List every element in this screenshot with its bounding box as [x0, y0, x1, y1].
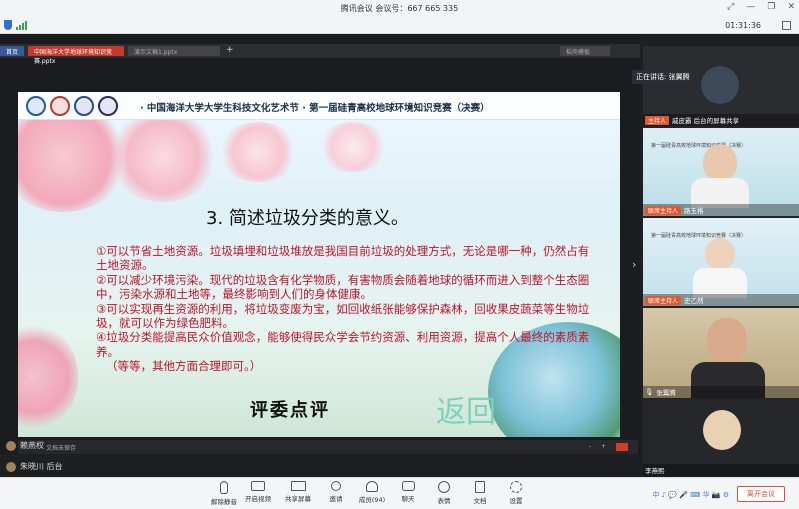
- maximize-icon[interactable]: ❐: [767, 2, 775, 12]
- camera-off-icon: [251, 481, 265, 491]
- emoji-button[interactable]: 表情: [424, 481, 464, 505]
- answer-point: ④垃圾分类能提高民众价值观念，能够使得民众学会节约资源、利用资源，提高个人最终的…: [96, 330, 590, 359]
- start-video-button[interactable]: 开启视频: [238, 481, 278, 503]
- tile-name: 张翼腾: [656, 389, 676, 397]
- document-icon: [475, 481, 485, 493]
- blossom-decoration: [108, 112, 218, 202]
- tile-name: 路玉格: [684, 207, 704, 215]
- tile-name: 戚皮霸 后台的屏幕共享: [672, 117, 740, 125]
- slide-header-text: · 中国海洋大学大学生科技文化艺术节 · 第一届硅青高校地球环境知识竞赛（决赛）: [140, 103, 490, 114]
- slide-nav-controls: - +: [589, 443, 628, 451]
- answer-body: ①可以节省土地资源。垃圾填埋和垃圾堆放是我国目前垃圾的处理方式，无论是哪一种，仍…: [96, 244, 596, 374]
- host-tag: 主持人: [645, 115, 670, 125]
- fullscreen-icon[interactable]: [616, 443, 628, 451]
- new-tab-icon[interactable]: +: [226, 45, 234, 55]
- video-tile[interactable]: 第一届硅青高校地球环境知识竞赛（决赛） 联席主持人 路玉格: [643, 128, 799, 216]
- mini-slide-text: 第一届硅青高校地球环境知识竞赛（决赛）: [651, 143, 747, 149]
- zoom-out-icon[interactable]: -: [589, 443, 591, 451]
- layout-grid-icon[interactable]: [782, 21, 791, 30]
- zoom-in-icon[interactable]: +: [601, 443, 606, 451]
- tile-name: 李燕熙: [645, 467, 665, 475]
- judges-review-button[interactable]: 评委点评: [250, 396, 330, 422]
- close-icon[interactable]: ✕: [787, 2, 795, 12]
- school-logo-icon: [98, 96, 118, 116]
- video-tile[interactable]: 第一届硅青高校地球环境知识竞赛（决赛） 联席主持人 史乙然: [643, 218, 799, 306]
- host-tag: 联席主持人: [645, 205, 682, 215]
- question-title: 3. 简述垃圾分类的意义。: [206, 208, 409, 229]
- meeting-toolbar: 解除静音 开启视频 共享屏幕 邀请 成员(94) 聊天 表情 文档 设置 中 ♪…: [0, 477, 799, 509]
- video-tile[interactable]: 主持人 戚皮霸 后台的屏幕共享: [643, 46, 799, 126]
- mic-muted-icon: [220, 481, 228, 494]
- members-button[interactable]: 成员(94): [352, 481, 392, 504]
- participant-name-row: 朱晓川 后台: [6, 461, 63, 472]
- document-button[interactable]: 文档: [460, 481, 500, 505]
- tab-contest-pptx[interactable]: 中国海洋大学地球环境知识竞赛.pptx: [28, 46, 124, 65]
- school-logo-icon: [50, 96, 70, 116]
- answer-point: ①可以节省土地资源。垃圾填埋和垃圾堆放是我国目前垃圾的处理方式，无论是哪一种，仍…: [96, 244, 590, 273]
- tile-label: 李燕熙: [643, 464, 799, 476]
- tile-label: 联席主持人 路玉格: [643, 204, 799, 216]
- answer-point: ③可以实现再生资源的利用，将垃圾变废为宝，如回收纸张能够保护森林，回收果皮蔬菜等…: [96, 301, 590, 331]
- emoji-icon: [438, 481, 450, 493]
- tile-label: 🎙 张翼腾: [643, 386, 799, 398]
- members-icon: [366, 481, 378, 492]
- window-controls: ⤢ — ❐ ✕: [727, 2, 795, 12]
- avatar: [6, 461, 16, 472]
- invite-icon: [331, 481, 341, 491]
- participant-name: 赖燕权: [20, 441, 44, 450]
- doc-status: 文档未保存: [46, 445, 77, 452]
- presentation-slide: · 中国海洋大学大学生科技文化艺术节 · 第一届硅青高校地球环境知识竞赛（决赛）…: [18, 92, 620, 437]
- slide-statusbar: 文档未保存 - +: [18, 440, 638, 454]
- participant-name: 朱晓川 后台: [20, 462, 63, 471]
- invite-button[interactable]: 邀请: [316, 481, 356, 503]
- back-button[interactable]: 返回: [436, 387, 496, 431]
- mic-muted-icon: 🎙: [645, 388, 654, 396]
- tab-presentation1[interactable]: 演示文稿1.pptx: [128, 46, 220, 56]
- security-shield-icon[interactable]: [4, 20, 12, 30]
- blossom-decoration: [318, 122, 388, 172]
- video-person: [703, 144, 737, 180]
- tab-home[interactable]: 首页: [0, 46, 24, 56]
- mini-slide-text: 第一届硅青高校地球环境知识竞赛（决赛）: [651, 233, 747, 239]
- settings-icon: [510, 481, 522, 493]
- chat-icon: [401, 481, 415, 491]
- slide-header: · 中国海洋大学大学生科技文化艺术节 · 第一届硅青高校地球环境知识竞赛（决赛）: [18, 92, 620, 120]
- video-tile[interactable]: 🎙 张翼腾: [643, 308, 799, 398]
- blossom-decoration: [18, 322, 78, 432]
- signal-icon[interactable]: [16, 21, 27, 30]
- host-tag: 联席主持人: [645, 295, 682, 305]
- pin-icon[interactable]: ⤢: [727, 2, 734, 12]
- window-titlebar: 腾讯会议 会议号：667 665 335 ⤢ — ❐ ✕: [0, 0, 799, 17]
- minimize-icon[interactable]: —: [746, 2, 755, 12]
- settings-button[interactable]: 设置: [496, 481, 536, 505]
- video-column: 主持人 戚皮霸 后台的屏幕共享 第一届硅青高校地球环境知识竞赛（决赛） 联席主持…: [643, 46, 799, 476]
- video-tile[interactable]: 李燕熙: [643, 400, 799, 476]
- chat-button[interactable]: 聊天: [388, 481, 428, 503]
- avatar: [703, 410, 741, 450]
- share-screen-button[interactable]: 共享屏幕: [278, 481, 318, 503]
- meeting-timer: 01:31:36: [725, 21, 761, 30]
- meeting-infobar: 01:31:36: [0, 17, 799, 34]
- blossom-decoration: [218, 122, 298, 182]
- answer-point: ②可以减少环境污染。现代的垃圾含有化学物质，有害物质会随着地球的循环而进入到整个…: [96, 272, 590, 302]
- next-arrow-icon[interactable]: ›: [632, 258, 636, 271]
- tile-label: 主持人 戚皮霸 后台的屏幕共享: [643, 114, 799, 126]
- input-method-bar: 中 ♪ 💬 🎤 ⌨ 华 📷 ⚙: [652, 491, 729, 499]
- school-logo-icon: [26, 96, 46, 116]
- speaking-indicator: 正在讲话: 张翼腾: [632, 70, 694, 84]
- tile-label: 联席主持人 史乙然: [643, 294, 799, 306]
- ppt-tab-bar: 首页 中国海洋大学地球环境知识竞赛.pptx 演示文稿1.pptx + 稻壳模板: [0, 44, 640, 65]
- video-person: [707, 318, 747, 364]
- school-logo-icon: [74, 96, 94, 116]
- window-title: 腾讯会议 会议号：667 665 335: [340, 4, 459, 13]
- participant-name-row: 赖燕权: [6, 440, 44, 451]
- answer-note: （等等，其他方面合理即可。）: [106, 359, 262, 374]
- tile-name: 史乙然: [684, 297, 704, 305]
- video-person: [705, 238, 735, 270]
- avatar: [6, 440, 16, 451]
- share-screen-icon: [290, 481, 306, 491]
- avatar: [701, 66, 739, 104]
- leave-meeting-button[interactable]: 离开会议: [737, 486, 785, 502]
- tab-template[interactable]: 稻壳模板: [560, 46, 610, 56]
